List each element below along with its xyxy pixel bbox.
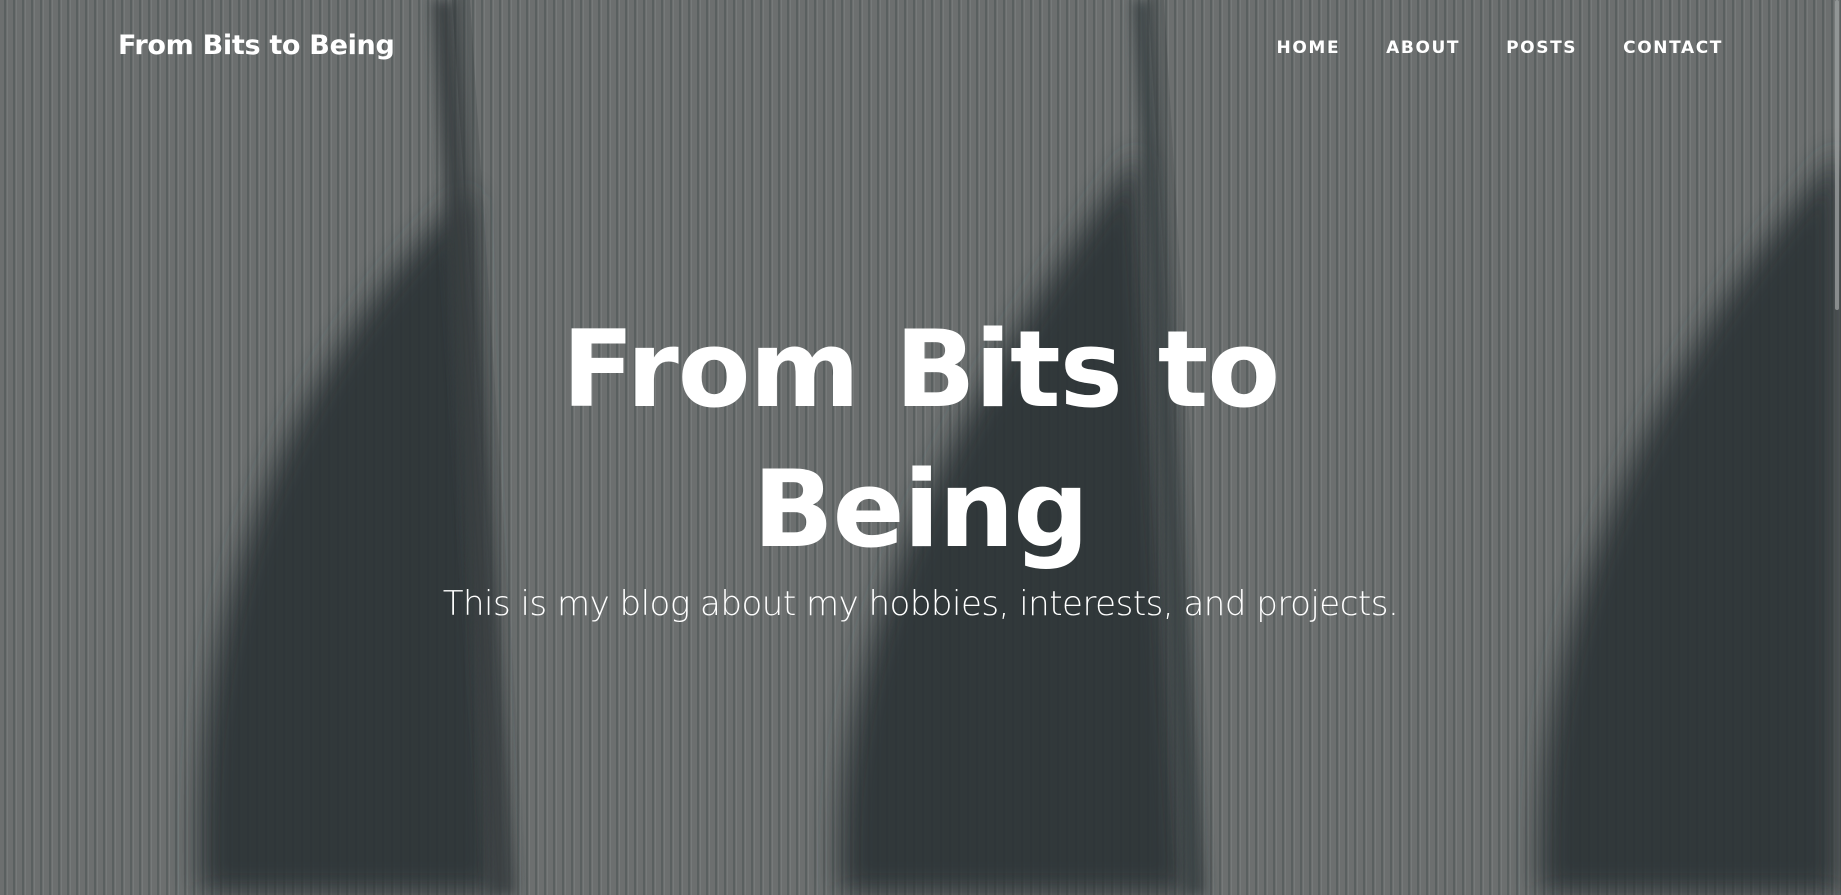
hero-section: From Bits to Being This is my blog about… — [0, 300, 1841, 626]
nav-item-home: HOME — [1277, 38, 1341, 58]
nav-item-posts: POSTS — [1506, 38, 1577, 58]
nav-link-posts[interactable]: POSTS — [1506, 38, 1577, 58]
nav-link-about[interactable]: ABOUT — [1386, 38, 1460, 58]
scrollbar-thumb[interactable] — [1835, 0, 1839, 310]
brand-logo-link[interactable]: From Bits to Being — [118, 30, 395, 61]
hero-title: From Bits to Being — [561, 308, 1280, 571]
hero-subtitle: This is my blog about my hobbies, intere… — [442, 584, 1399, 624]
nav-link-contact[interactable]: CONTACT — [1623, 38, 1723, 58]
page-scrollbar[interactable] — [1832, 0, 1841, 895]
top-navbar: From Bits to Being HOME ABOUT POSTS CONT… — [0, 0, 1841, 96]
page: From Bits to Being HOME ABOUT POSTS CONT… — [0, 0, 1841, 895]
nav-links: HOME ABOUT POSTS CONTACT — [1277, 38, 1723, 58]
nav-item-contact: CONTACT — [1623, 38, 1723, 58]
nav-link-home[interactable]: HOME — [1277, 38, 1341, 58]
nav-item-about: ABOUT — [1386, 38, 1460, 58]
